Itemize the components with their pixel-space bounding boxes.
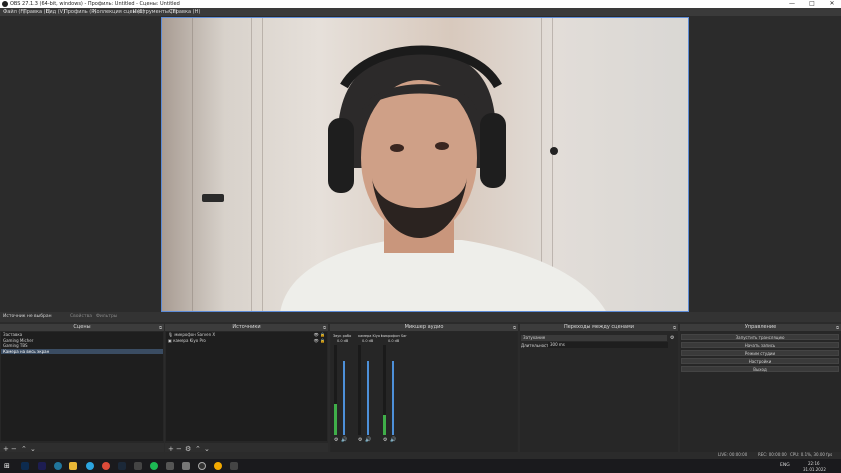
channel-db: 0.0 dB — [362, 339, 374, 343]
steam-icon[interactable] — [118, 462, 126, 470]
gear-icon[interactable]: ⚙ — [358, 437, 362, 443]
app-icon[interactable] — [166, 462, 174, 470]
transitions-panel: Переходы между сценами ⧉ Затухание ⚙ Длит… — [520, 324, 678, 455]
person-illustration — [280, 45, 606, 311]
controls-panel: Управление ⧉ Запустить трансляцию Начать … — [680, 324, 841, 455]
channel-db: 0.0 dB — [337, 339, 349, 343]
maximize-button[interactable]: □ — [805, 0, 819, 8]
duration-label: Длительность — [521, 343, 551, 348]
window-title: OBS 27.1.3 (64-bit, windows) - Профиль: … — [10, 1, 180, 7]
level-meter-fill — [383, 415, 386, 435]
speaker-icon[interactable]: 🔊 — [341, 437, 347, 443]
minimize-button[interactable]: — — [785, 0, 799, 8]
properties-button[interactable]: Свойства — [70, 314, 92, 319]
settings-button[interactable]: Настройки — [681, 358, 839, 364]
level-meter — [383, 345, 386, 435]
filters-button[interactable]: Фильтры — [96, 314, 117, 319]
dock-area: Сцены ⧉ Заставка Gaming Micher Gaming TBS… — [0, 322, 841, 457]
telegram-icon[interactable] — [86, 462, 94, 470]
windows-start-icon[interactable]: ⊞ — [4, 462, 12, 470]
scenes-title: Сцены ⧉ — [0, 324, 164, 331]
mixer-channels: Звук рабо 0.0 dB камера Kiyo Pro 0.0 dB … — [331, 332, 517, 453]
audio-mixer-panel: Микшер аудио ⧉ Звук рабо 0.0 dB камера Ki… — [330, 324, 518, 455]
scene-item-selected[interactable]: Камера на весь экран — [1, 348, 163, 354]
channel-db: 0.0 dB — [388, 339, 400, 343]
volume-fader[interactable] — [367, 361, 369, 435]
wordpress-icon[interactable] — [54, 462, 62, 470]
level-meter — [334, 345, 337, 435]
menu-view[interactable]: Вид (V) — [46, 9, 65, 15]
exit-button[interactable]: Выход — [681, 366, 839, 372]
camera-preview[interactable] — [161, 17, 689, 312]
channel-name: микрофон Sarven X — [381, 334, 407, 338]
language-indicator[interactable]: ENG — [780, 463, 790, 468]
photoshop-icon[interactable] — [21, 462, 29, 470]
mixer-title: Микшер аудио ⧉ — [330, 324, 518, 331]
controls-title: Управление ⧉ — [680, 324, 841, 331]
scenes-panel: Сцены ⧉ Заставка Gaming Micher Gaming TBS… — [0, 324, 164, 455]
gear-icon[interactable]: ⚙ — [670, 335, 674, 341]
clock-date: 31.01.2022 — [803, 467, 826, 472]
sources-list: 🎙 микрофон Sarven X 👁 🔒 ▣ камера Kiyo Pro… — [166, 332, 327, 441]
menu-bar: Файл (F) Правка (E) Вид (V) Профиль (P) … — [0, 8, 841, 16]
transitions-title: Переходы между сценами ⧉ — [520, 324, 678, 331]
transition-select[interactable]: Затухание — [521, 335, 667, 341]
speaker-icon[interactable]: 🔊 — [365, 437, 371, 443]
cpu-status: CPU: 0.1%, 30.00 fps — [790, 452, 833, 457]
gear-icon[interactable]: ⚙ — [334, 437, 338, 443]
start-streaming-button[interactable]: Запустить трансляцию — [681, 334, 839, 340]
studio-mode-button[interactable]: Режим студии — [681, 350, 839, 356]
start-recording-button[interactable]: Начать запись — [681, 342, 839, 348]
close-button[interactable]: ✕ — [825, 0, 839, 8]
app-icon[interactable] — [38, 462, 46, 470]
gear-icon[interactable]: ⚙ — [383, 437, 387, 443]
rec-status: REC: 00:00:00 — [758, 452, 787, 457]
chrome-icon[interactable] — [102, 462, 110, 470]
windows-taskbar: ⊞ 22:16 31.01.2022 ENG — [0, 459, 841, 473]
clock-time: 22:16 — [808, 461, 820, 466]
level-meter — [358, 345, 361, 435]
scenes-list: Заставка Gaming Micher Gaming TBS Камера… — [1, 332, 163, 441]
menu-profile[interactable]: Профиль (P) — [64, 9, 96, 15]
duration-input[interactable]: 300 ms — [548, 342, 668, 348]
source-toolbar: Источник не выбран Свойства Фильтры — [0, 312, 841, 322]
live-status: LIVE: 00:00:00 — [718, 452, 748, 457]
app-icon[interactable] — [134, 462, 142, 470]
folder-icon[interactable] — [69, 462, 77, 470]
channel-name: Звук рабо — [333, 334, 352, 338]
channel-name: камера Kiyo Pro — [358, 334, 382, 338]
obs-logo-icon — [2, 1, 8, 7]
level-meter-fill — [334, 403, 337, 435]
obs-icon[interactable] — [198, 462, 206, 470]
menu-help[interactable]: Справка (H) — [169, 9, 200, 15]
source-item[interactable]: ▣ камера Kiyo Pro 👁 🔒 — [166, 338, 327, 344]
spotify-icon[interactable] — [150, 462, 158, 470]
gear-icon[interactable] — [230, 462, 238, 470]
volume-fader[interactable] — [392, 361, 394, 435]
menu-file[interactable]: Файл (F) — [3, 9, 25, 15]
sources-title: Источники ⧉ — [165, 324, 328, 331]
status-bar: LIVE: 00:00:00 REC: 00:00:00 CPU: 0.1%, … — [0, 452, 841, 458]
no-source-label: Источник не выбран — [3, 314, 52, 319]
sources-panel: Источники ⧉ 🎙 микрофон Sarven X 👁 🔒 ▣ каме… — [165, 324, 328, 455]
speaker-icon[interactable]: 🔊 — [390, 437, 396, 443]
app-icon[interactable] — [182, 462, 190, 470]
volume-fader[interactable] — [343, 361, 345, 435]
app-icon[interactable] — [214, 462, 222, 470]
window-titlebar: OBS 27.1.3 (64-bit, windows) - Профиль: … — [0, 0, 841, 8]
